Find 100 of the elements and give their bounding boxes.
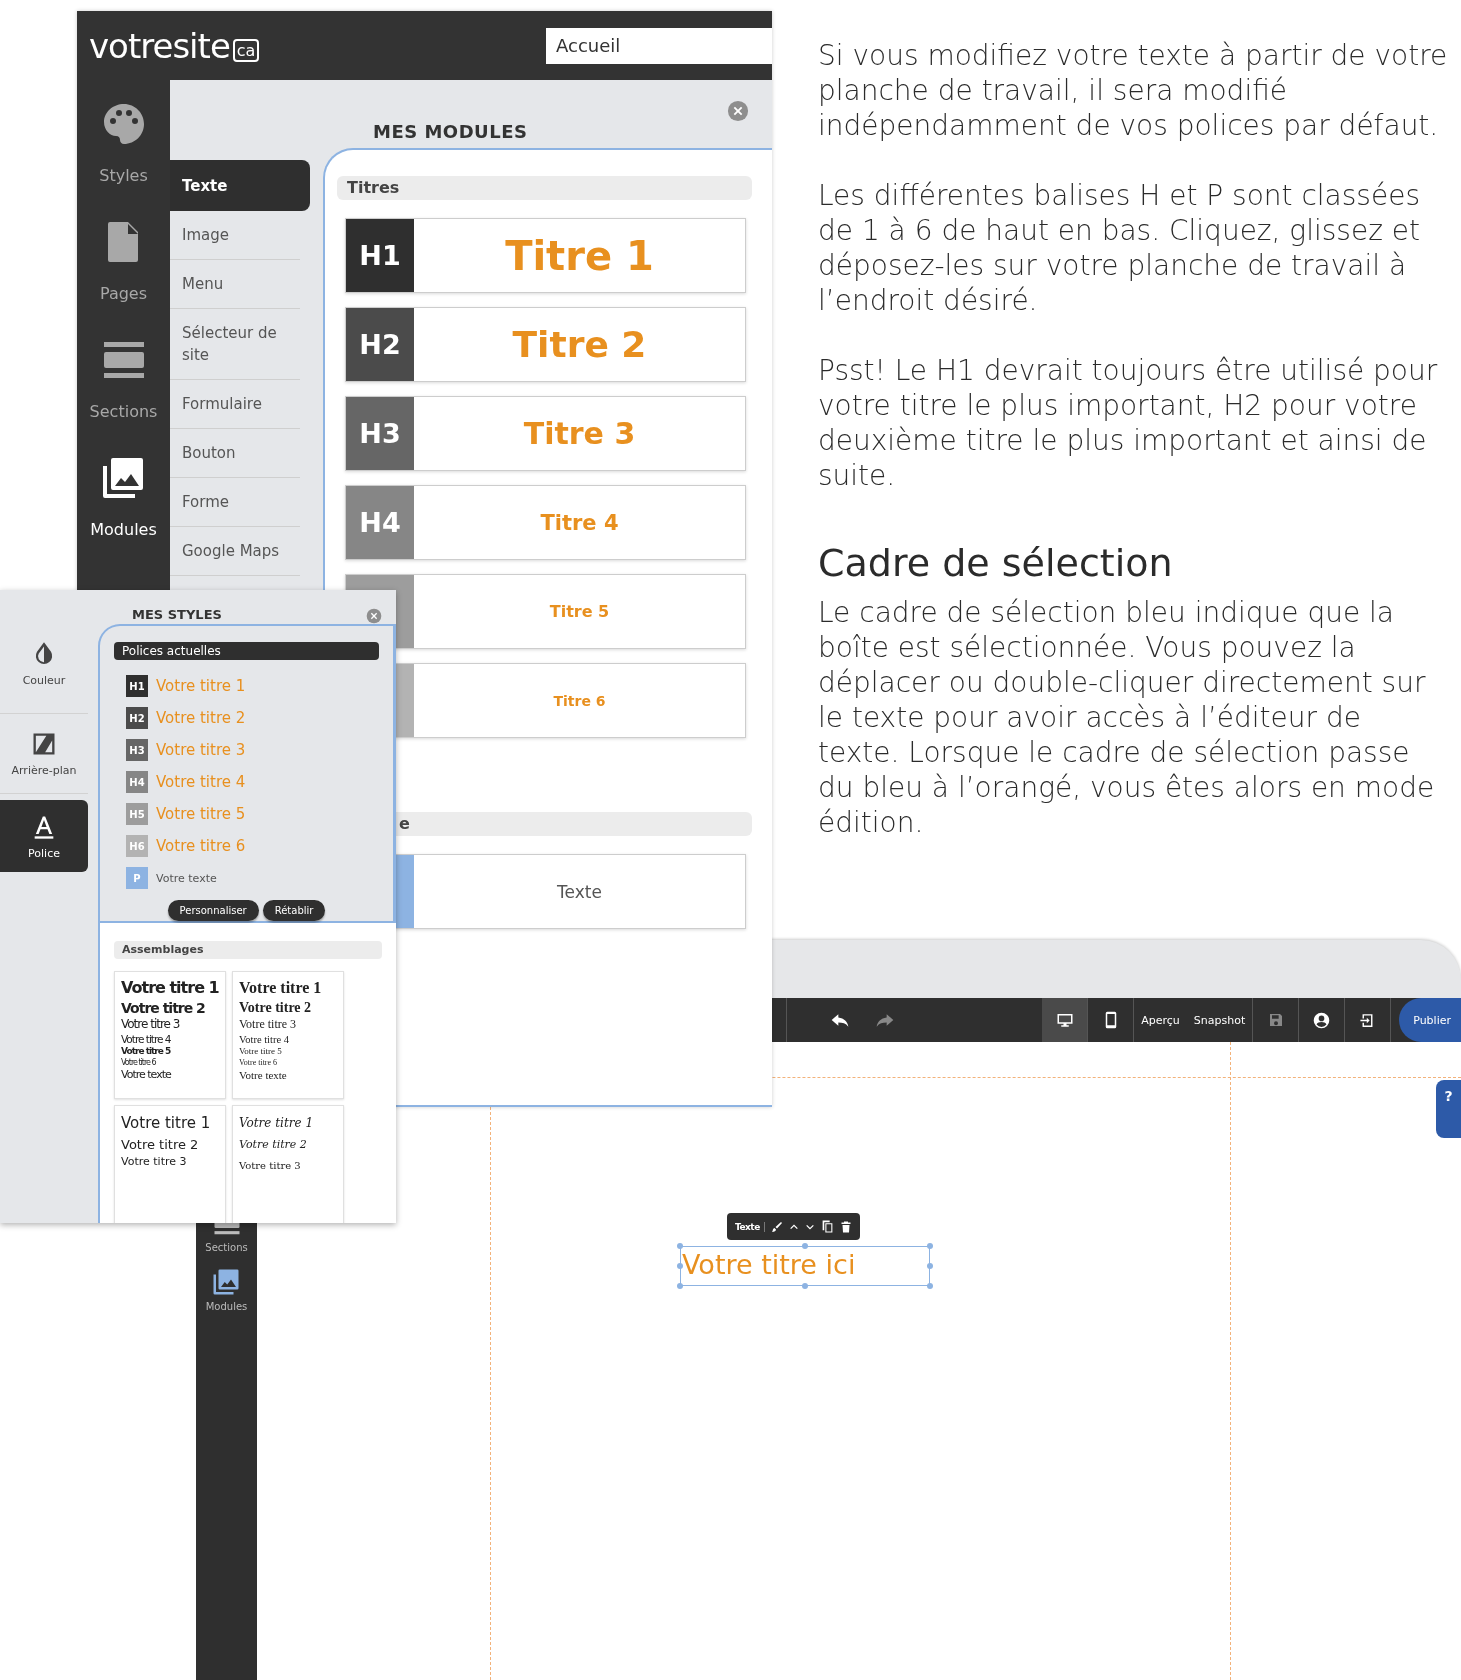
page-select-field[interactable]: Accueil [546,27,772,64]
font-set-card[interactable]: Votre titre 1 Votre titre 2 Votre titre 3 Votre titre 4 Votre titre 5 Votre titre 6 Votre texte [232,971,344,1099]
category-item[interactable]: Menu [170,260,300,309]
font-set-sample: Votre titre 6 [239,1057,279,1069]
category-item[interactable]: Formulaire [170,380,300,429]
selected-text: Votre titre ici [681,1248,857,1282]
module-tile[interactable]: H1 Titre 1 [345,218,746,293]
help-button[interactable]: ? [1436,1080,1461,1138]
category-item[interactable]: Image [170,211,300,260]
paragraph: Psst! Le H1 devrait toujours être utilisé pour votre titre le plus important, H2 pour votre deuxième titre le plus important et ainsi de suite. [818,353,1439,493]
toolbar-link[interactable]: Snapshot [1186,998,1253,1042]
category-item[interactable]: Sélecteur de site [170,309,300,380]
tag-block: H5 [126,803,148,825]
module-tile[interactable]: H3 Titre 3 [345,396,746,471]
style-button[interactable] [770,1220,783,1233]
sidebar-item[interactable]: Couleur [0,614,88,714]
font-set-card[interactable]: Votre titre 1 Votre titre 2 Votre titre 3 [232,1105,344,1223]
font-set-sample: Votre titre 1 [121,978,219,999]
brush-icon [770,1220,783,1233]
font-set-sample: Votre titre 2 [121,998,206,1017]
duplicate-button[interactable] [820,1220,834,1233]
tag-block: H1 [346,219,414,292]
monitor-icon [1055,1011,1074,1029]
font-sample: Votre titre 3 [156,741,246,759]
logo-suffix: ca [232,39,260,62]
pill-button[interactable]: Rétablir [262,900,326,921]
sidebar-item[interactable]: Pages [99,218,148,336]
tile-label: Texte [557,881,602,902]
tag-block: H2 [126,707,148,729]
tile-label: Titre 5 [549,602,610,621]
panel-title: MES STYLES [132,607,222,624]
font-set-card[interactable]: Votre titre 1 Votre titre 2 Votre titre 3 [114,1105,226,1223]
font-set-sample: Votre titre 1 [239,978,323,998]
section-bar: Titres [337,176,752,200]
paragraph: Le cadre de sélection bleu indique que la boîte est sélectionnée. Vous pouvez la déplacer ou double-cliquer directement sur le texte pour avoir accès à l’éditeur de texte. Lorsque le cadre de sélection passe du bleu à l’orangé, vous êtes alors en mode édition. [818,595,1436,840]
font-set-sample: Votre titre 2 [239,1136,308,1153]
font-sample: Votre titre 4 [156,773,246,791]
publish-button[interactable]: Publier [1399,998,1461,1042]
font-sample: Votre titre 1 [156,677,246,695]
font-set-sample: Votre titre 1 [121,1113,212,1134]
font-set-sample: Votre titre 6 [121,1057,157,1069]
font-set-card[interactable]: Votre titre 1 Votre titre 2 Votre titre 3 Votre titre 4 Votre titre 5 Votre titre 6 Votre texte [114,971,226,1099]
tag-block: P [126,867,148,889]
sidebar-item[interactable]: Modules [205,1267,248,1312]
device-button[interactable] [1042,998,1088,1042]
panel-title: MES MODULES [373,121,528,144]
toolbar-label: Texte [735,1221,765,1232]
sidebar-item[interactable]: Police [0,800,88,872]
tag-block: H6 [126,835,148,857]
font-set-sample: Votre titre 3 [121,1017,181,1033]
floppy-icon [1267,1012,1284,1028]
font-sample: Votre titre 2 [156,709,246,727]
tag-block: H4 [346,486,414,559]
tile-label: Titre 6 [553,692,606,709]
sidebar-item[interactable]: Modules [90,454,157,572]
paragraph: Les différentes balises H et P sont classées de 1 à 6 de haut en bas. Cliquez, glissez et déposez-les sur votre planche de travail à l’endroit désiré. [818,178,1421,318]
sidebar-item[interactable]: Sections [89,336,158,454]
tag-block: H3 [126,739,148,761]
sidebar-item[interactable]: Arrière-plan [0,714,88,794]
tile-label: Titre 4 [540,510,619,535]
section-heading: Cadre de sélection [818,541,1174,585]
close-icon [366,608,382,624]
font-sample: Votre titre 5 [156,805,246,823]
font-set-sample: Votre texte [121,1068,173,1083]
tile-label: Titre 1 [505,232,654,279]
close-icon [727,100,749,122]
logo-text: votresite [89,25,230,66]
font-sample: Votre titre 6 [156,837,246,855]
module-tile[interactable]: H4 Titre 4 [345,485,746,560]
category-item[interactable]: Google Maps [170,527,300,576]
font-set-sample: Votre titre 5 [121,1046,172,1058]
copy-icon [820,1220,834,1233]
trash-icon [839,1220,852,1233]
close-button[interactable] [366,608,382,624]
pill-button[interactable]: Personnaliser [167,900,259,921]
module-tile[interactable]: H2 Titre 2 [345,307,746,382]
font-set-sample: Votre titre 4 [121,1032,172,1047]
tag-block: H1 [126,675,148,697]
toolbar-link[interactable]: Aperçu [1134,998,1187,1042]
font-set-sample: Votre titre 3 [239,1017,298,1033]
font-set-sample: Votre titre 3 [239,1158,302,1173]
font-sample: Votre texte [156,871,217,885]
category-item[interactable]: Forme [170,478,300,527]
paragraph: Si vous modifiez votre texte à partir de votre planche de travail, il sera modifié indépendamment de vos polices par défaut. [818,38,1448,143]
font-set-sample: Votre texte [239,1068,288,1083]
tag-block: H3 [346,397,414,470]
font-set-sample: Votre titre 4 [239,1032,290,1047]
section-bar: Polices actuelles [114,642,379,660]
tile-label: Titre 3 [523,416,636,451]
close-button[interactable] [727,100,749,122]
delete-button[interactable] [839,1220,852,1233]
category-item[interactable]: Texte [170,160,310,211]
font-set-sample: Votre titre 2 [121,1135,200,1154]
font-set-sample: Votre titre 1 [239,1115,315,1132]
tile-label: Titre 2 [512,324,647,365]
sidebar-item[interactable]: Styles [99,100,148,218]
tag-block: H4 [126,771,148,793]
category-item[interactable]: Bouton [170,429,300,478]
section-bar: Assemblages [114,941,382,959]
images-icon [211,1267,242,1297]
